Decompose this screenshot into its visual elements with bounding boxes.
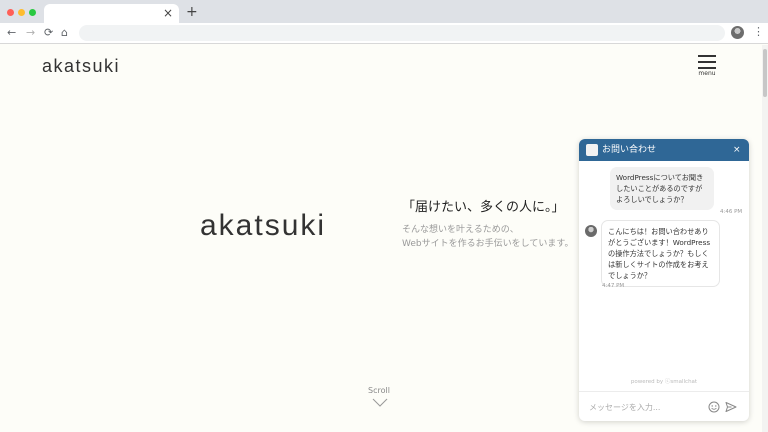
home-icon[interactable]: ⌂ (61, 26, 68, 40)
scroll-label[interactable]: Scroll (368, 386, 390, 395)
chat-title: お問い合わせ (602, 145, 657, 155)
browser-menu-icon[interactable]: ⋮ (753, 25, 764, 39)
menu-icon (698, 55, 716, 57)
header-logo[interactable]: akatsuki (42, 56, 120, 77)
hero-description-line: そんな想いを叶えるための、 (402, 225, 519, 235)
chat-message-agent: こんにちは！お問い合わせありがとうございます！WordPressの操作方法でしょ… (601, 220, 720, 287)
hero-description-line: Webサイトを作るお手伝いをしています。 (402, 239, 574, 249)
tab-close-icon[interactable]: × (163, 6, 173, 21)
back-icon[interactable]: ← (7, 26, 16, 40)
window-minimize-icon[interactable] (18, 9, 25, 16)
chat-message-time: 4:47 PM (602, 283, 625, 289)
powered-by-label[interactable]: powered by ⓒsmallchat (579, 377, 749, 385)
chat-input-row (579, 391, 749, 421)
menu-icon-bar (698, 61, 716, 63)
page-scrollbar[interactable] (762, 45, 768, 432)
browser-toolbar: ← → ⟳ ⌂ ⋮ (0, 23, 768, 44)
emoji-icon[interactable] (708, 401, 720, 413)
profile-avatar-icon[interactable] (731, 26, 744, 39)
chat-widget: お問い合わせ × WordPressについてお聞きしたいことがあるのですがよろし… (579, 139, 749, 421)
address-bar[interactable] (79, 25, 725, 41)
browser-tab-strip: × + (0, 0, 768, 23)
forward-icon[interactable]: → (26, 26, 35, 40)
menu-icon-bar (698, 67, 716, 69)
chat-header: お問い合わせ × (579, 139, 749, 161)
window-maximize-icon[interactable] (29, 9, 36, 16)
agent-avatar-icon (585, 225, 597, 237)
hero-description: そんな想いを叶えるための、 Webサイトを作るお手伝いをしています。 (402, 223, 573, 251)
send-icon[interactable] (725, 401, 737, 413)
hamburger-menu-button[interactable]: menu (696, 53, 718, 79)
hero-tagline: 「届けたい、多くの人に。」 (402, 200, 565, 215)
new-tab-icon[interactable]: + (186, 4, 198, 20)
chat-message-input[interactable] (589, 400, 699, 414)
close-icon[interactable]: × (733, 144, 741, 156)
chat-message-time: 4:46 PM (720, 209, 743, 215)
hero-logo: akatsuki (200, 209, 327, 242)
chat-message-user: WordPressについてお聞きしたいことがあるのですがよろしいでしょうか？ (610, 167, 714, 210)
scrollbar-thumb[interactable] (763, 49, 767, 97)
browser-tab[interactable]: × (44, 4, 179, 23)
reload-icon[interactable]: ⟳ (44, 26, 53, 40)
menu-label: menu (698, 70, 716, 77)
chevron-down-icon[interactable] (372, 398, 388, 408)
window-close-icon[interactable] (7, 9, 14, 16)
chat-brand-icon (586, 144, 598, 156)
